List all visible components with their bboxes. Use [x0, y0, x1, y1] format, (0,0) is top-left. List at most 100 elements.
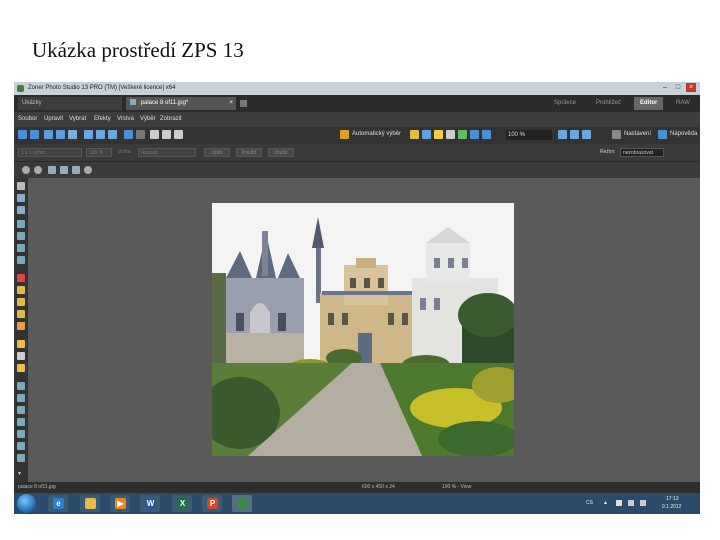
settings-link[interactable]: Nastavení — [624, 131, 651, 137]
undo-icon[interactable] — [124, 130, 133, 139]
start-button[interactable] — [17, 494, 36, 513]
apply-button[interactable]: Použít — [236, 148, 262, 157]
tab-editor[interactable]: Editor — [634, 97, 664, 110]
taskbar-app-powerpoint[interactable]: P — [202, 495, 222, 512]
menu-vybrat[interactable]: Vybrat — [69, 112, 86, 127]
red-eye-tool-icon[interactable] — [17, 274, 25, 282]
zoom-in-icon[interactable] — [22, 166, 30, 174]
actual-size-icon[interactable] — [570, 130, 579, 139]
settings-icon[interactable] — [612, 130, 621, 139]
menu-efekty[interactable]: Efekty — [94, 112, 111, 127]
text-tool-icon[interactable] — [17, 418, 25, 426]
display-mode-select[interactable]: nezobrazovat — [620, 148, 664, 157]
clone-tool-icon[interactable] — [17, 286, 25, 294]
fit-icon[interactable] — [558, 130, 567, 139]
crop-icon[interactable] — [150, 130, 159, 139]
tab-close-icon[interactable]: × — [229, 97, 233, 110]
zoom-tool-icon[interactable] — [17, 182, 25, 190]
magic-wand-icon[interactable] — [340, 130, 349, 139]
cancel-button[interactable]: Zrušit — [268, 148, 294, 157]
forward-arrow-icon[interactable] — [30, 130, 39, 139]
clock-time[interactable]: 17:13 — [666, 496, 679, 502]
straighten-tool-icon[interactable] — [17, 220, 25, 228]
color-tool-icon[interactable] — [17, 322, 25, 330]
taskbar-app-zoner[interactable] — [232, 495, 252, 512]
volume-icon[interactable] — [640, 500, 646, 506]
back-arrow-icon[interactable] — [18, 130, 27, 139]
chevron-down-icon[interactable]: ▾ — [18, 470, 21, 477]
minimize-button[interactable]: – — [660, 83, 670, 92]
brightness-icon[interactable] — [434, 130, 443, 139]
network-icon[interactable] — [628, 500, 634, 506]
menu-vrstva[interactable]: Vrstva — [117, 112, 134, 127]
eraser-tool-icon[interactable] — [17, 364, 25, 372]
preset-select[interactable]: 1 x 1 výřez — [18, 148, 82, 157]
taskbar-app-media[interactable]: ▶ — [110, 495, 130, 512]
save-as-icon[interactable] — [68, 130, 77, 139]
editor-canvas[interactable] — [28, 178, 700, 482]
tab-raw[interactable]: RAW — [670, 97, 696, 110]
mode-select[interactable]: Rozsah — [138, 148, 196, 157]
clock-date[interactable]: 9.1.2012 — [662, 504, 681, 510]
shape-tool-icon[interactable] — [17, 430, 25, 438]
rotate-tool-icon[interactable] — [17, 256, 25, 264]
options-zoom-field[interactable]: 100 % — [86, 148, 112, 157]
filter-icon[interactable] — [482, 130, 491, 139]
selection-tool-icon[interactable] — [17, 382, 25, 390]
fit-window-icon[interactable] — [48, 166, 56, 174]
auto-selection-label[interactable]: Automatický výběr — [352, 131, 401, 137]
taskbar-app-explorer[interactable] — [80, 495, 100, 512]
levels-icon[interactable] — [410, 130, 419, 139]
compare-icon[interactable] — [72, 166, 80, 174]
grid-icon[interactable] — [582, 130, 591, 139]
edited-photo[interactable] — [212, 203, 514, 456]
taskbar-app-ie[interactable]: e — [48, 495, 68, 512]
open-icon[interactable] — [44, 130, 53, 139]
healing-tool-icon[interactable] — [17, 298, 25, 306]
save-icon[interactable] — [56, 130, 65, 139]
maximize-button[interactable]: □ — [673, 83, 683, 92]
perspective-tool-icon[interactable] — [17, 232, 25, 240]
undo-button[interactable]: Zpět — [204, 148, 230, 157]
color-icon[interactable] — [422, 130, 431, 139]
help-link[interactable]: Nápověda — [670, 131, 697, 137]
resize-tool-icon[interactable] — [17, 244, 25, 252]
sharpen-icon[interactable] — [446, 130, 455, 139]
retouch-tool-icon[interactable] — [17, 310, 25, 318]
new-tab-icon[interactable] — [240, 100, 247, 107]
menu-upravit[interactable]: Upravit — [44, 112, 63, 127]
flag-icon[interactable] — [616, 500, 622, 506]
crop-tool-icon[interactable] — [17, 206, 25, 214]
paste-icon[interactable] — [96, 130, 105, 139]
zoom-select[interactable]: 100 % — [506, 130, 552, 140]
rotate-icon[interactable] — [174, 130, 183, 139]
tab-ukazky[interactable]: Ukázky — [18, 97, 122, 110]
menu-zobrazit[interactable]: Zobrazit — [160, 112, 182, 127]
tab-active-image[interactable]: palace 8 of11.jpg* × — [126, 97, 236, 110]
resize-icon[interactable] — [162, 130, 171, 139]
tray-arrow-icon[interactable]: ▴ — [604, 499, 607, 506]
magic-selection-tool-icon[interactable] — [17, 406, 25, 414]
effect-icon[interactable] — [470, 130, 479, 139]
gradient-tool-icon[interactable] — [17, 442, 25, 450]
fill-tool-icon[interactable] — [17, 352, 25, 360]
enhance-icon[interactable] — [458, 130, 467, 139]
magnifier-icon[interactable] — [84, 166, 92, 174]
tab-prohlizec[interactable]: Prohlížeč — [590, 97, 627, 110]
close-button[interactable]: × — [686, 83, 696, 92]
hand-tool-icon[interactable] — [17, 194, 25, 202]
brush-tool-icon[interactable] — [17, 340, 25, 348]
copy-icon[interactable] — [84, 130, 93, 139]
taskbar-app-word[interactable]: W — [140, 495, 160, 512]
redo-icon[interactable] — [136, 130, 145, 139]
language-indicator[interactable]: CS — [586, 500, 593, 506]
print-icon[interactable] — [108, 130, 117, 139]
frame-tool-icon[interactable] — [17, 454, 25, 462]
window-titlebar[interactable]: Zoner Photo Studio 13 PRO (TM) [Veškeré … — [14, 82, 700, 95]
full-size-icon[interactable] — [60, 166, 68, 174]
menu-vyber[interactable]: Výběr — [140, 112, 156, 127]
menu-soubor[interactable]: Soubor — [18, 112, 37, 127]
help-icon[interactable] — [658, 130, 667, 139]
taskbar-app-excel[interactable]: X — [172, 495, 192, 512]
zoom-out-icon[interactable] — [34, 166, 42, 174]
